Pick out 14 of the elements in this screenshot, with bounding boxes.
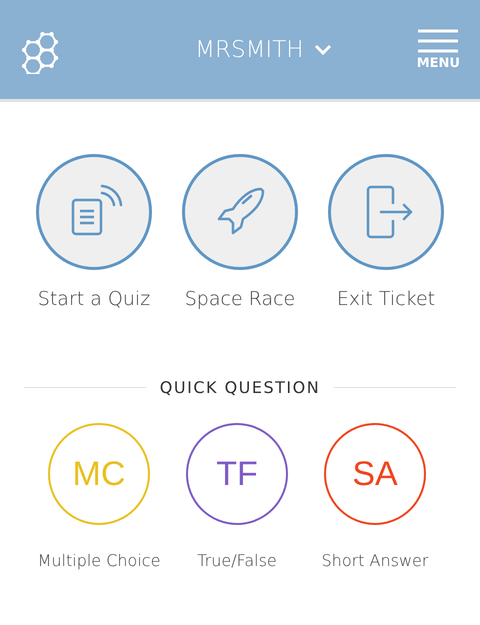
account-dropdown[interactable]: MRSMITH	[195, 36, 332, 62]
menu-icon	[418, 28, 458, 52]
section-title: QUICK QUESTION	[160, 378, 320, 397]
chevron-down-icon	[314, 44, 332, 56]
activity-label: Start a Quiz	[38, 288, 150, 310]
question-type-button[interactable]: MC	[48, 423, 150, 525]
question-type-button[interactable]: TF	[186, 423, 288, 525]
question-type-label: True/False	[197, 551, 277, 570]
menu-button[interactable]: MENU	[416, 28, 460, 70]
activity-label: Exit Ticket	[336, 288, 436, 310]
question-type-button[interactable]: SA	[324, 423, 426, 525]
activity-label: Space Race	[184, 288, 296, 310]
question-type-label: Multiple Choice	[38, 551, 160, 570]
question-type-label: Short Answer	[322, 551, 428, 570]
